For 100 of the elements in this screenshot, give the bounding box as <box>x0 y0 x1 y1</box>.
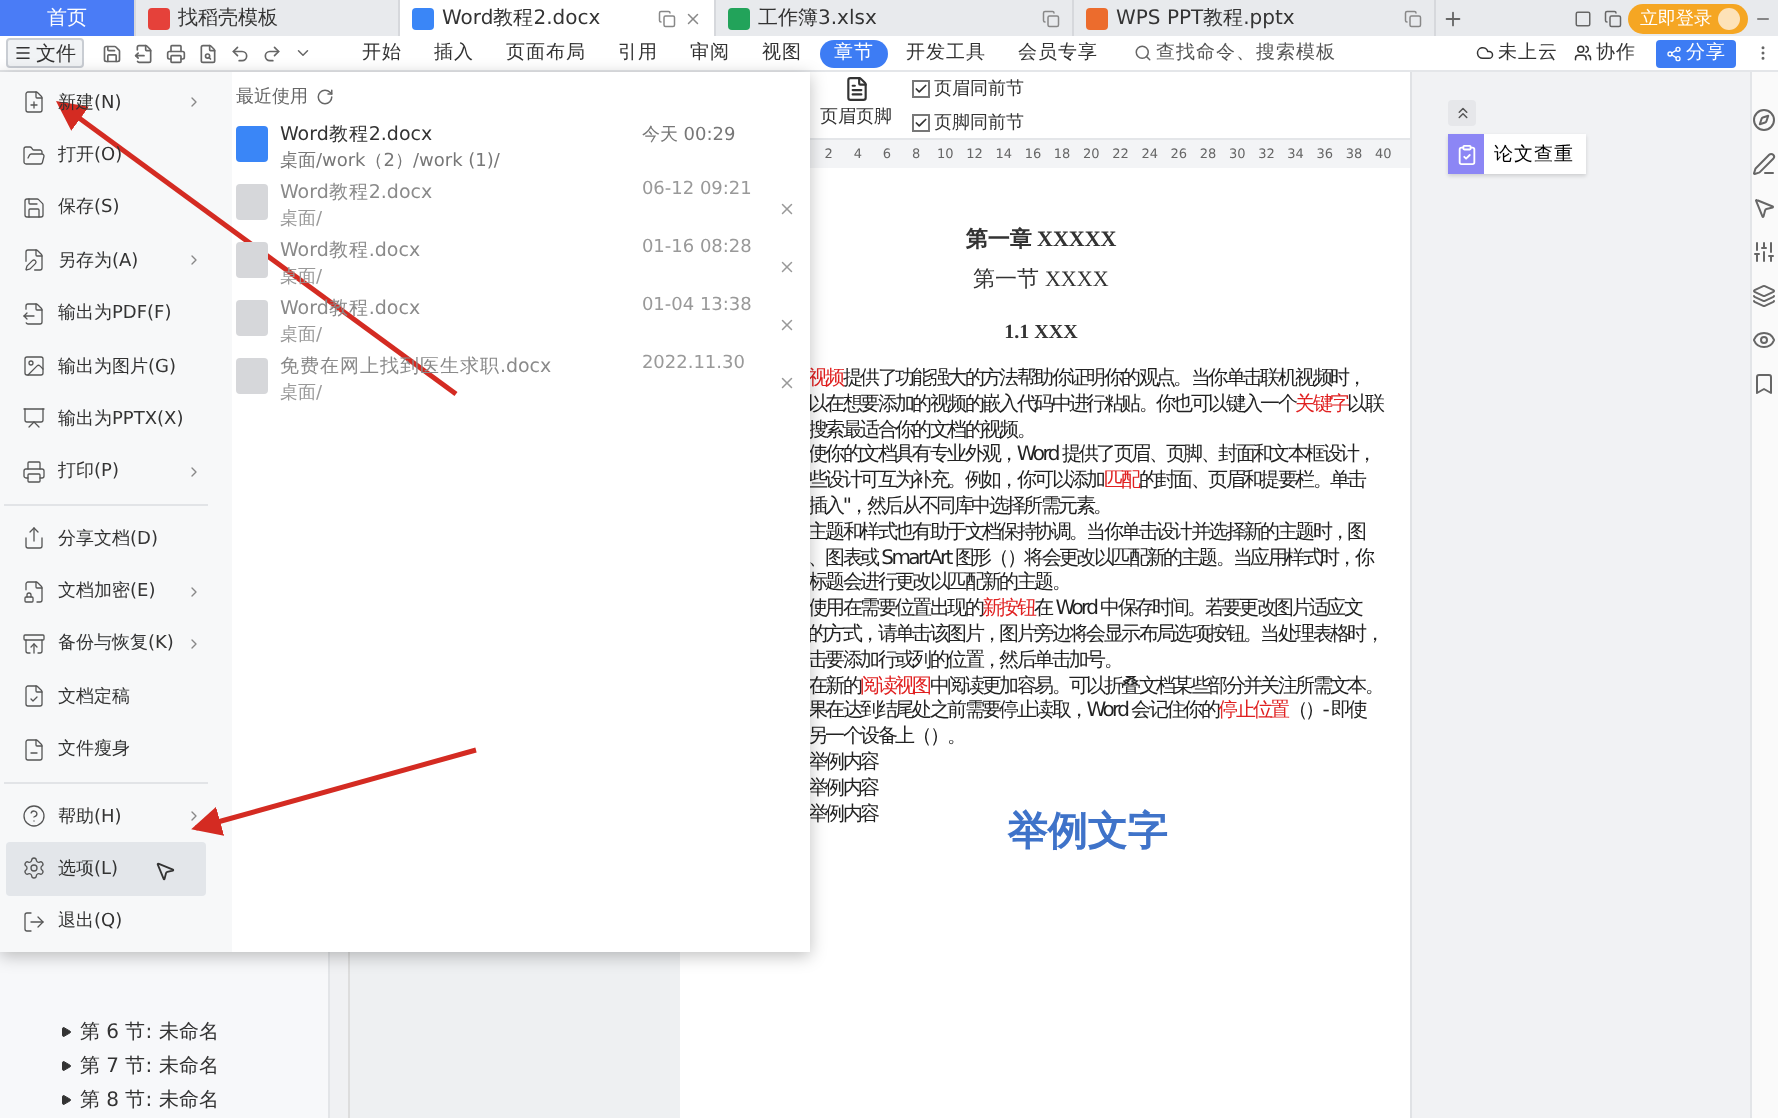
undo-icon[interactable] <box>230 43 250 63</box>
outline-item[interactable]: 第 6 节: 未命名 <box>80 1017 219 1045</box>
close-icon[interactable] <box>777 200 796 218</box>
close-icon[interactable] <box>777 374 796 392</box>
sample-text: 举例文字 <box>1008 804 1168 859</box>
bookmark-icon[interactable] <box>1752 372 1776 396</box>
settings-icon <box>22 856 46 881</box>
menu-item[interactable]: 备份与恢复(K) <box>6 617 206 671</box>
ribbon-tab[interactable]: 开始 <box>348 39 416 67</box>
printer-icon[interactable] <box>166 43 186 63</box>
ribbon-tab[interactable]: 开发工具 <box>892 39 1000 67</box>
menu-item[interactable]: 帮助(H) <box>6 789 206 843</box>
file-menu-button[interactable]: 文件 <box>6 38 84 68</box>
expand-icon[interactable] <box>60 1025 72 1037</box>
window-tab[interactable]: 首页 <box>0 0 136 36</box>
paper-check-button[interactable]: 论文查重 <box>1448 134 1586 174</box>
window-icon[interactable] <box>1404 9 1422 27</box>
file-time: 01-04 13:38 <box>641 296 754 316</box>
menu-item[interactable]: 退出(Q) <box>6 895 206 948</box>
search-icon <box>1134 44 1152 62</box>
text-line: 些设计可互为补充。例如，你可以添加匹配的封面、页眉和提要栏。单击 <box>808 470 1365 495</box>
window-tab[interactable]: Word教程2.docx <box>400 0 716 36</box>
checkbox[interactable] <box>912 114 930 132</box>
caret-icon[interactable] <box>294 44 312 62</box>
close-icon[interactable] <box>684 9 702 27</box>
ribbon-tab[interactable]: 引用 <box>604 39 672 67</box>
menu-item[interactable]: 输出为PDF(F) <box>6 287 206 340</box>
cloud-button[interactable]: 未上云 <box>1468 40 1566 66</box>
sliders-icon[interactable] <box>1752 240 1776 264</box>
collapse-button[interactable] <box>1448 100 1476 126</box>
ribbon-tab[interactable]: 会员专享 <box>1004 39 1112 67</box>
help-icon <box>22 804 46 829</box>
share-button[interactable]: 分享 <box>1656 39 1736 67</box>
lock-file-icon <box>22 579 46 604</box>
text-line: 使你的文档具有专业外观，Word 提供了页眉、页脚、封面和文本框设计， <box>808 444 1375 469</box>
save-icon[interactable] <box>102 43 122 63</box>
file-name[interactable]: Word教程2.docx <box>279 180 433 206</box>
text-line: 标题会进行更改以匹配新的主题。 <box>808 572 1070 597</box>
file-path: 桌面/ <box>279 323 322 348</box>
ribbon-tab[interactable]: 审阅 <box>676 39 744 67</box>
expand-icon[interactable] <box>60 1059 72 1071</box>
collaborate-button[interactable]: 协作 <box>1566 40 1644 66</box>
ribbon-tab[interactable]: 插入 <box>420 39 488 67</box>
menu-item[interactable]: 打印(P) <box>6 445 206 498</box>
menu-item[interactable]: 输出为图片(G) <box>6 339 206 393</box>
refresh-icon[interactable] <box>315 88 334 106</box>
outline-item[interactable]: 第 7 节: 未命名 <box>80 1051 219 1079</box>
text-line: 果在达到结尾处之前需要停止读取，Word 会记住你的停止位置（）- 即使 <box>808 700 1366 725</box>
file-name[interactable]: Word教程2.docx <box>279 122 433 148</box>
layers-icon[interactable] <box>1752 284 1776 308</box>
file-name[interactable]: Word教程.docx <box>279 238 421 264</box>
text-line: 另一个设备上（）。 <box>808 726 965 751</box>
folder-icon <box>22 143 46 168</box>
header-footer-button[interactable]: 页眉页脚 <box>820 76 892 130</box>
preview-icon[interactable] <box>198 43 218 63</box>
menu-item[interactable]: 打开(O) <box>6 128 206 182</box>
menu-item[interactable]: 分享文档(D) <box>6 512 206 565</box>
recent-title: 最近使用 <box>235 85 308 110</box>
file-time: 06-12 09:21 <box>641 180 754 200</box>
share-icon <box>1666 45 1682 61</box>
export-icon <box>22 301 46 326</box>
text-line: 搜索最适合你的文档的视频。 <box>808 419 1035 443</box>
menu-item[interactable]: 文档加密(E) <box>6 564 206 618</box>
ribbon-tab[interactable]: 章节 <box>820 39 888 67</box>
eye-icon[interactable] <box>1752 328 1776 352</box>
file-check-icon <box>22 684 46 709</box>
chapter-heading: 第一章 XXXXX <box>965 225 1117 254</box>
menu-item[interactable]: 保存(S) <box>6 181 206 235</box>
checkbox[interactable] <box>912 80 930 98</box>
menu-item[interactable]: 选项(L) <box>6 842 206 896</box>
people-icon <box>1574 44 1592 62</box>
checkbox-label: 页脚同前节 <box>934 111 1024 136</box>
expand-icon[interactable] <box>60 1093 72 1105</box>
ribbon-tab[interactable]: 页面布局 <box>492 39 600 67</box>
text-line: 视频提供了功能强大的方法帮助你证明你的观点。当你单击联机视频时， <box>808 368 1365 393</box>
windows-icon[interactable] <box>1604 9 1622 27</box>
pointer-icon[interactable] <box>1752 196 1776 220</box>
menu-item[interactable]: 文档定稿 <box>6 670 206 723</box>
close-icon[interactable] <box>777 258 796 276</box>
pen-icon[interactable] <box>1752 152 1776 176</box>
outline-item[interactable]: 第 8 节: 未命名 <box>80 1085 219 1113</box>
menu-icon <box>14 44 32 62</box>
text-line: 、图表或 SmartArt 图形（）将会更改以匹配新的主题。当应用样式时，你 <box>808 547 1373 571</box>
window-icon[interactable] <box>658 9 676 27</box>
window-icon[interactable] <box>1042 9 1060 27</box>
new-tab-icon[interactable] <box>1442 7 1464 29</box>
ribbon-tab[interactable]: 视图 <box>748 39 816 67</box>
save-icon <box>22 195 46 220</box>
document-icon[interactable] <box>235 126 268 162</box>
menu-item[interactable]: 另存为(A) <box>6 234 206 287</box>
avatar-icon <box>1718 7 1740 29</box>
menu-item[interactable]: 输出为PPTX(X) <box>6 392 206 446</box>
search-field[interactable]: 查找命令、搜索模板 <box>1134 42 1376 64</box>
export-icon[interactable] <box>134 43 154 63</box>
compass-icon[interactable] <box>1752 108 1776 132</box>
close-icon[interactable] <box>777 316 796 334</box>
square-icon[interactable] <box>1574 9 1592 27</box>
checkbox-label: 页眉同前节 <box>934 77 1024 102</box>
redo-icon[interactable] <box>262 43 282 63</box>
menu-item[interactable]: 文件瘦身 <box>6 723 206 776</box>
